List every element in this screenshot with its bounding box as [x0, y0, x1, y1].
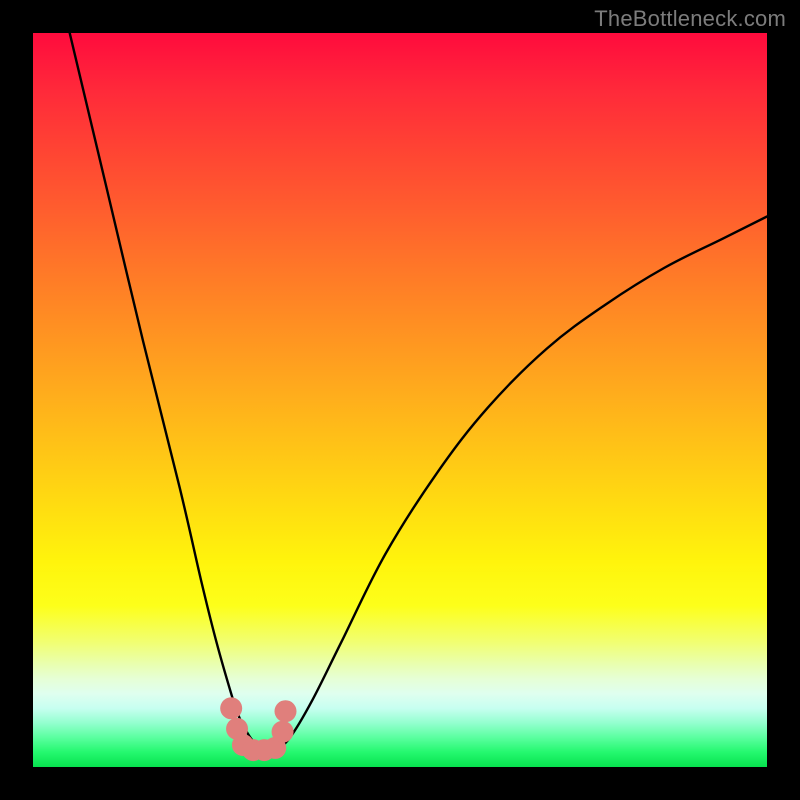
chart-frame: TheBottleneck.com: [0, 0, 800, 800]
watermark-text: TheBottleneck.com: [594, 6, 786, 32]
data-marker: [274, 700, 296, 722]
bottleneck-curve: [70, 33, 767, 751]
data-marker: [220, 697, 242, 719]
plot-area: [33, 33, 767, 767]
marker-group: [220, 697, 296, 761]
curve-layer: [33, 33, 767, 767]
data-marker: [272, 721, 294, 743]
